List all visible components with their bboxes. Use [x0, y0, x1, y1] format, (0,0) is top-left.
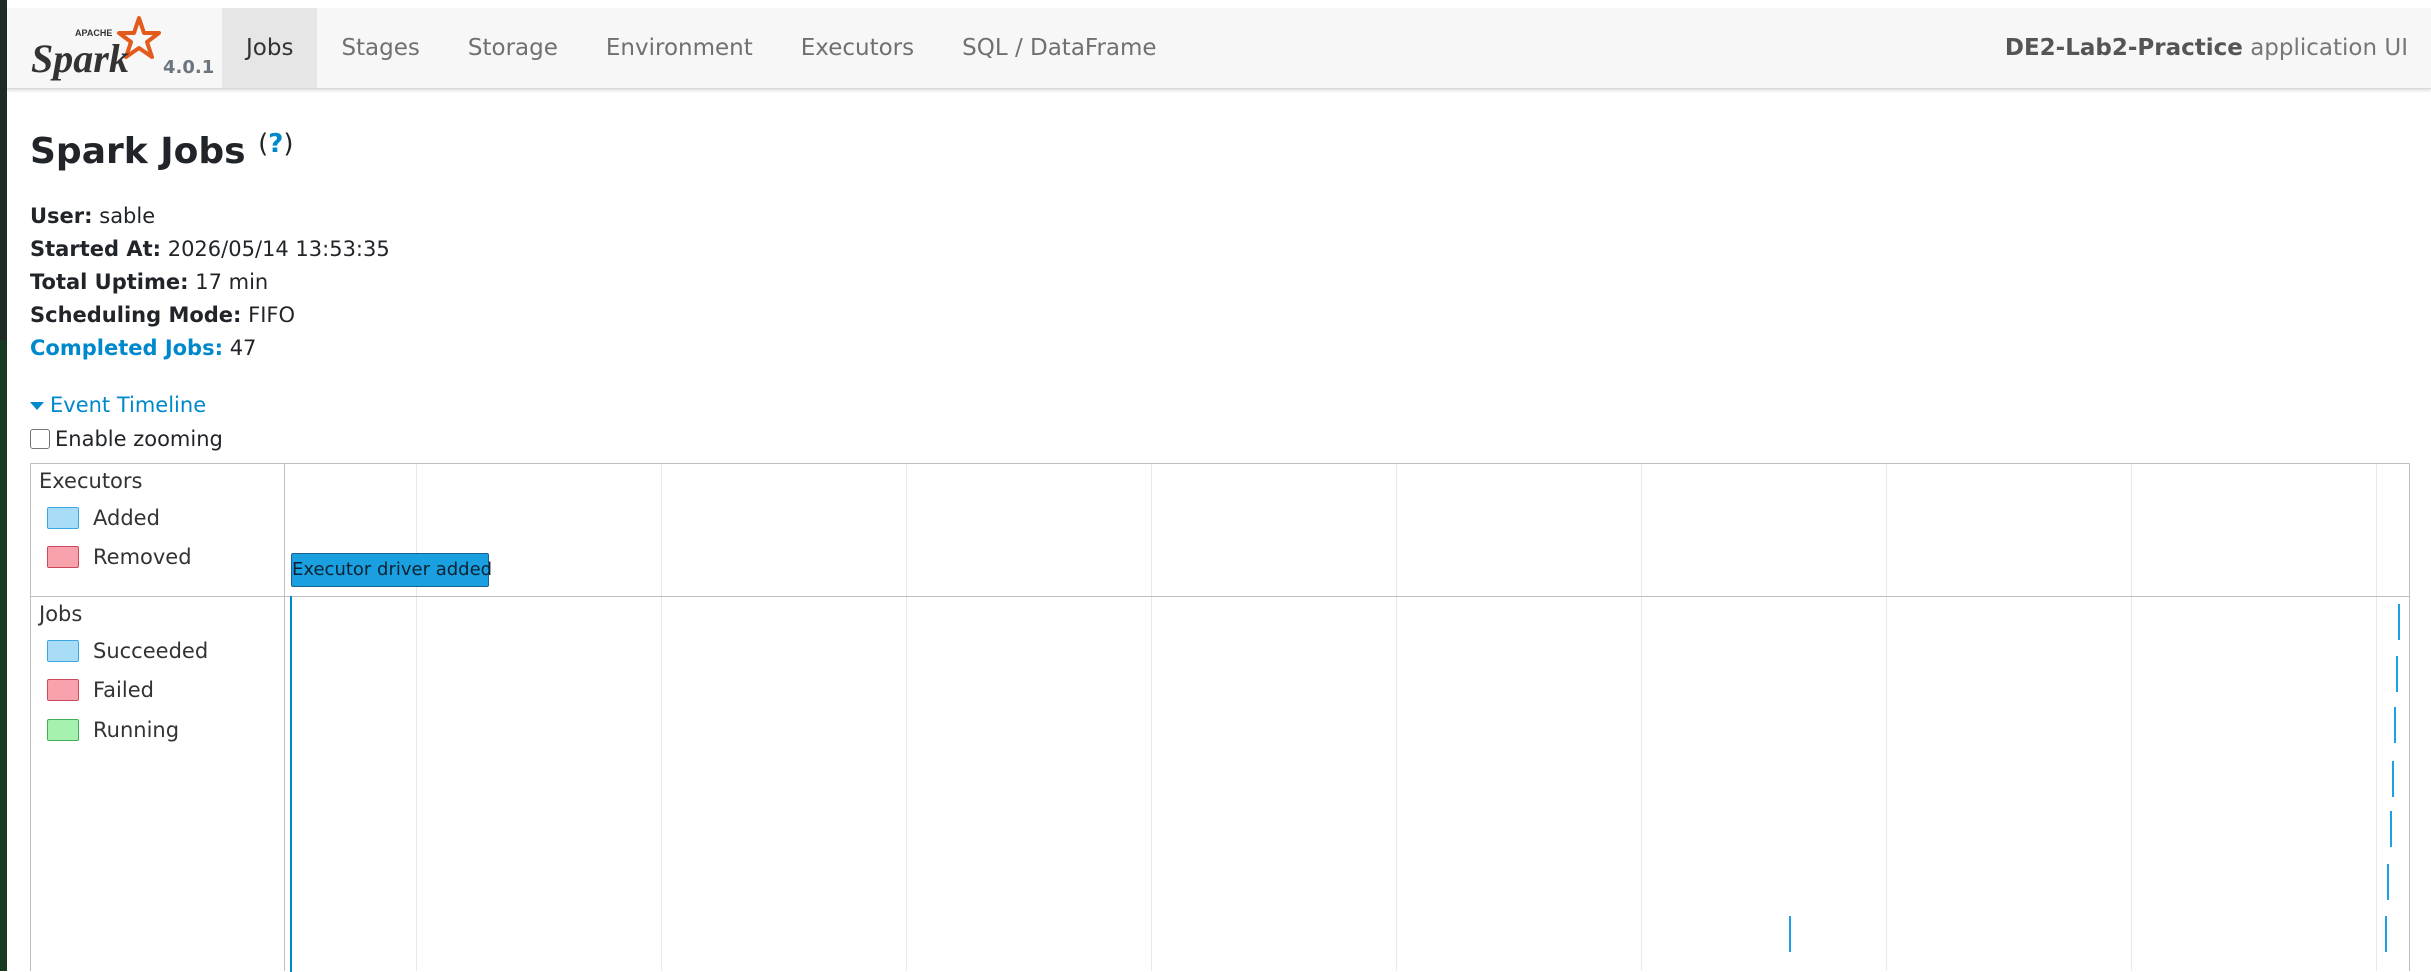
timeline-group-separator [31, 596, 2409, 597]
help-tooltip: (?) [258, 129, 294, 159]
window-left-edge-strip [0, 340, 7, 971]
navbar: APACHE Spark 4.0.1 Jobs Stages Storage E… [7, 8, 2431, 89]
spark-wordmark: Spark [31, 36, 129, 81]
user-value: sable [99, 204, 156, 228]
mode-label: Scheduling Mode: [30, 303, 242, 327]
tab-storage[interactable]: Storage [444, 8, 582, 88]
timeline-gridline [2131, 464, 2132, 971]
legend-label: Added [93, 506, 160, 530]
spark-logo-icon: APACHE Spark [31, 16, 161, 81]
started-label: Started At: [30, 237, 162, 261]
spark-logo[interactable]: APACHE Spark 4.0.1 [27, 14, 217, 84]
timeline-gridline [1396, 464, 1397, 971]
spark-version: 4.0.1 [163, 57, 215, 78]
legend-label: Removed [93, 545, 192, 569]
enable-zooming-checkbox[interactable] [30, 429, 50, 449]
legend-job-succeeded: Succeeded [47, 638, 208, 664]
job-event-line[interactable] [2398, 604, 2400, 640]
tab-environment[interactable]: Environment [582, 8, 777, 88]
current-time-marker [290, 596, 292, 972]
legend-executor-added: Added [47, 505, 160, 531]
job-event-line[interactable] [1789, 916, 1791, 952]
legend-label: Succeeded [93, 639, 209, 663]
event-timeline-toggle[interactable]: Event Timeline [30, 390, 206, 420]
mode-value: FIFO [248, 303, 296, 327]
timeline-gridline [1641, 464, 1642, 971]
legend-swatch [47, 640, 79, 662]
user-label: User: [30, 204, 93, 228]
job-event-line[interactable] [2394, 707, 2396, 743]
uptime-label: Total Uptime: [30, 270, 189, 294]
event-timeline-label: Event Timeline [50, 393, 207, 417]
started-value: 2026/05/14 13:53:35 [167, 237, 390, 261]
app-summary: User: sable Started At: 2026/05/14 13:53… [30, 200, 390, 365]
legend-executor-removed: Removed [47, 544, 192, 570]
uptime-value: 17 min [195, 270, 269, 294]
timeline-gridline [2376, 464, 2377, 971]
tab-sql-dataframe[interactable]: SQL / DataFrame [938, 8, 1180, 88]
timeline-gridline [416, 464, 417, 971]
info-completed: Completed Jobs: 47 [30, 332, 390, 365]
info-uptime: Total Uptime: 17 min [30, 266, 390, 299]
timeline-legend-panel: Executors Added Removed Jobs Succeeded F… [31, 464, 285, 971]
jobs-group-label: Jobs [39, 602, 83, 626]
page-header: Spark Jobs (?) [30, 129, 294, 174]
enable-zooming: Enable zooming [30, 424, 223, 454]
application-name: DE2-Lab2-Practice application UI [2005, 8, 2408, 88]
timeline-gridline [906, 464, 907, 971]
job-event-line[interactable] [2390, 811, 2392, 847]
tab-executors[interactable]: Executors [777, 8, 938, 88]
caret-down-icon [30, 402, 44, 410]
info-user: User: sable [30, 200, 390, 233]
legend-job-failed: Failed [47, 677, 154, 703]
app-suffix-text: application UI [2250, 35, 2408, 61]
legend-swatch [47, 719, 79, 741]
completed-value: 47 [229, 336, 257, 360]
app-name-text: DE2-Lab2-Practice [2004, 35, 2243, 61]
event-timeline[interactable]: Executors Added Removed Jobs Succeeded F… [30, 463, 2410, 972]
window-left-edge [0, 0, 7, 971]
tab-stages[interactable]: Stages [317, 8, 443, 88]
nav-tabs: Jobs Stages Storage Environment Executor… [222, 8, 1181, 88]
job-event-line[interactable] [2387, 864, 2389, 900]
legend-label: Failed [93, 678, 154, 702]
info-started: Started At: 2026/05/14 13:53:35 [30, 233, 390, 266]
help-link[interactable]: ? [268, 129, 283, 159]
page-title: Spark Jobs (?) [30, 129, 294, 174]
legend-label: Running [93, 718, 180, 742]
job-event-line[interactable] [2392, 761, 2394, 797]
timeline-gridline [1886, 464, 1887, 971]
job-event-line[interactable] [2396, 656, 2398, 692]
tab-jobs[interactable]: Jobs [222, 8, 318, 88]
legend-job-running: Running [47, 717, 179, 743]
legend-swatch [47, 507, 79, 529]
executor-driver-added-event[interactable]: Executor driver added [291, 553, 492, 587]
job-event-line[interactable] [2385, 916, 2387, 952]
legend-swatch [47, 679, 79, 701]
enable-zooming-label: Enable zooming [55, 427, 223, 451]
timeline-gridline [1151, 464, 1152, 971]
completed-jobs-link[interactable]: Completed Jobs: [30, 336, 223, 360]
timeline-gridline [661, 464, 662, 971]
page-title-text: Spark Jobs [30, 131, 246, 172]
legend-swatch [47, 546, 79, 568]
timeline-grid [284, 464, 2409, 971]
executors-group-label: Executors [39, 469, 143, 493]
info-mode: Scheduling Mode: FIFO [30, 299, 390, 332]
